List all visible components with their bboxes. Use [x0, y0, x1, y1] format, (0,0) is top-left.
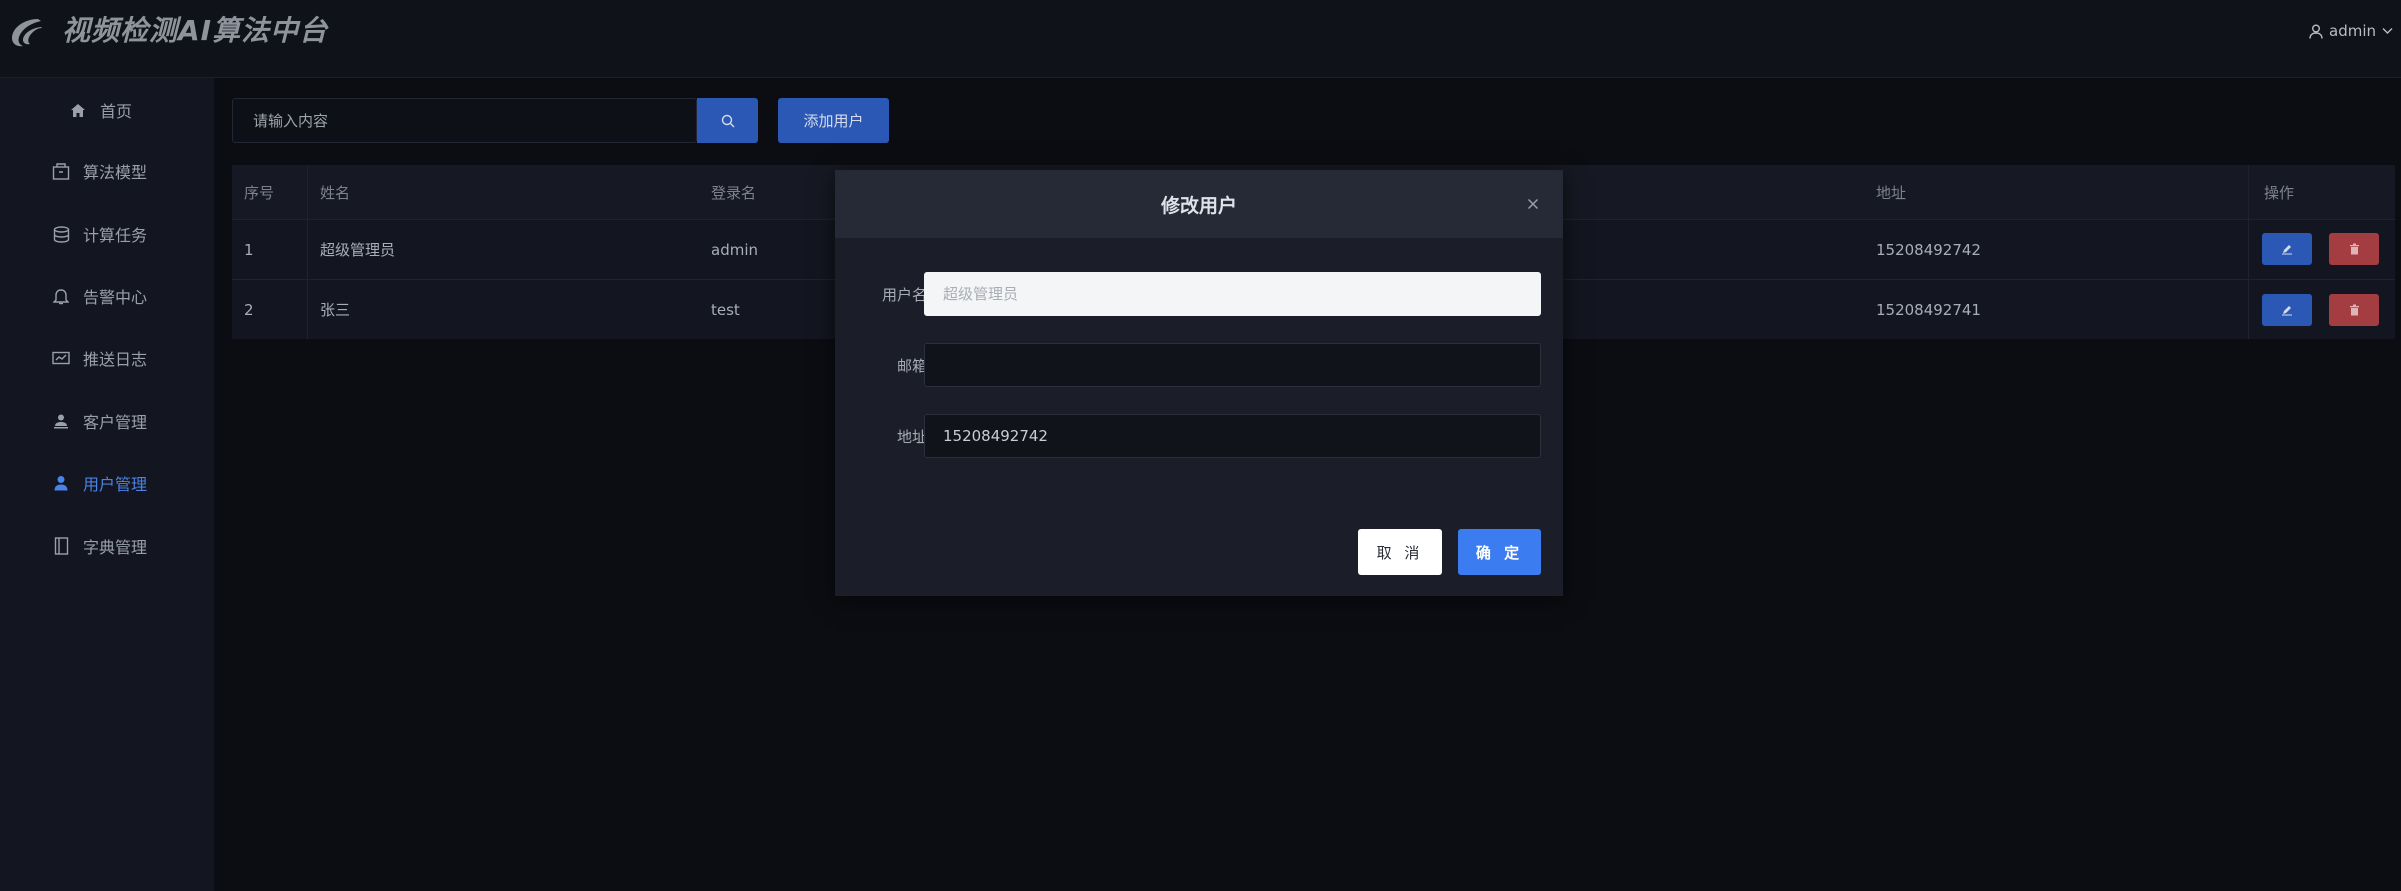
cell-name: 超级管理员: [320, 241, 396, 259]
edit-user-dialog: 修改用户 用户名 邮箱 地址 取 消 确 定: [835, 170, 1563, 596]
column-divider: [2248, 165, 2249, 339]
cell-index: 1: [244, 240, 254, 259]
edit-button[interactable]: [2262, 233, 2312, 265]
close-button[interactable]: [1523, 194, 1543, 214]
address-field: [924, 414, 1541, 458]
sidebar-item-label: 算法模型: [83, 163, 148, 182]
monitor-icon: [51, 348, 71, 368]
delete-button[interactable]: [2329, 233, 2379, 265]
username-label: admin: [2329, 22, 2376, 40]
column-header-address: 地址: [1876, 183, 1907, 202]
sidebar-item-alarm-center[interactable]: 告警中心: [0, 276, 214, 316]
address-input[interactable]: [925, 415, 1540, 457]
sidebar-item-home[interactable]: 首页: [0, 90, 214, 130]
sidebar-item-algorithm-model[interactable]: 算法模型: [0, 151, 214, 191]
box-icon: [51, 161, 71, 181]
bell-icon: [51, 286, 71, 306]
sidebar-item-compute-task[interactable]: 计算任务: [0, 214, 214, 254]
add-user-button[interactable]: 添加用户: [778, 98, 889, 143]
customer-icon: [51, 411, 71, 431]
trash-icon: [2349, 304, 2359, 316]
sidebar-item-dictionary-management[interactable]: 字典管理: [0, 526, 214, 566]
trash-icon: [2349, 243, 2359, 255]
edit-button[interactable]: [2262, 294, 2312, 326]
sidebar-item-user-management[interactable]: 用户管理: [0, 463, 214, 503]
edit-icon: [2282, 245, 2292, 255]
sidebar-item-label: 客户管理: [83, 413, 148, 432]
book-icon: [51, 536, 71, 556]
database-icon: [51, 224, 71, 244]
search-box: [232, 98, 697, 143]
sidebar: 首页 算法模型 计算任务 告警中心 推送日志 客户管理 用户管理 字典管理: [0, 78, 214, 891]
top-header: 视频检测AI算法中台 admin: [0, 0, 2401, 78]
logo-icon: [12, 19, 42, 47]
search-icon: [721, 114, 734, 127]
user-icon: [51, 473, 71, 493]
cell-login: admin: [711, 240, 758, 259]
column-divider: [307, 165, 308, 339]
email-field: [924, 343, 1541, 387]
user-icon: [2309, 24, 2323, 39]
confirm-button[interactable]: 确 定: [1458, 529, 1541, 575]
sidebar-item-label: 告警中心: [83, 288, 148, 307]
delete-button[interactable]: [2329, 294, 2379, 326]
sidebar-item-push-log[interactable]: 推送日志: [0, 338, 214, 378]
cell-name: 张三: [320, 301, 351, 319]
username-input[interactable]: [925, 273, 1540, 315]
column-header-login: 登录名: [711, 183, 757, 202]
sidebar-item-label: 用户管理: [83, 475, 148, 494]
sidebar-item-label: 推送日志: [83, 350, 148, 369]
cell-address: 15208492741: [1876, 300, 1981, 319]
search-button[interactable]: [697, 98, 758, 143]
search-input[interactable]: [233, 99, 696, 142]
username-field: [924, 272, 1541, 316]
chevron-down-icon: [2382, 28, 2393, 34]
sidebar-item-label: 字典管理: [83, 538, 148, 557]
sidebar-item-label: 计算任务: [83, 226, 148, 245]
email-label: 邮箱: [896, 356, 927, 375]
sidebar-item-label: 首页: [100, 102, 133, 121]
cell-address: 15208492742: [1876, 240, 1981, 259]
app-title: 视频检测AI算法中台: [62, 14, 329, 47]
cancel-button[interactable]: 取 消: [1358, 529, 1442, 575]
sidebar-item-customer-management[interactable]: 客户管理: [0, 401, 214, 441]
column-header-name: 姓名: [320, 183, 351, 202]
address-label: 地址: [896, 427, 927, 446]
dialog-title: 修改用户: [1160, 194, 1237, 217]
cell-index: 2: [244, 300, 254, 319]
home-icon: [68, 100, 88, 120]
edit-icon: [2282, 306, 2292, 316]
close-icon: [1527, 198, 1539, 210]
email-input[interactable]: [925, 344, 1540, 386]
cell-login: test: [711, 300, 740, 319]
column-header-index: 序号: [244, 183, 275, 202]
user-menu[interactable]: admin: [2309, 22, 2393, 40]
column-header-actions: 操作: [2264, 183, 2295, 202]
username-label: 用户名: [881, 285, 927, 304]
